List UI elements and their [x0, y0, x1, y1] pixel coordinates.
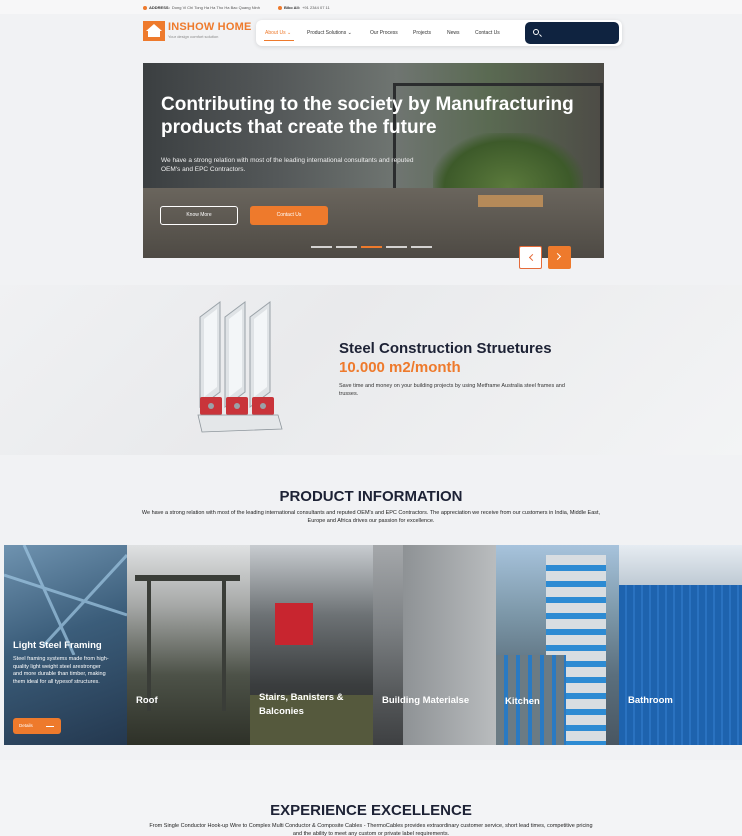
card-label-kitchen: Kitchen: [505, 696, 540, 707]
slide-dot-5[interactable]: [411, 246, 432, 248]
address-value: Dong Vi Chi Tong Ha Ha Tho Ha Bac Quang …: [171, 5, 260, 10]
product-card-building-materials[interactable]: Building Materialse: [373, 545, 496, 745]
chevron-right-icon: [553, 252, 562, 261]
feature-metric: 10.000 m2/month: [339, 359, 461, 376]
contact-info: Biko All: +91 2344 07 11: [278, 5, 330, 10]
slider-next-button[interactable]: [548, 246, 571, 269]
details-button[interactable]: Details: [13, 718, 61, 734]
card-label-light-steel-framing: Light Steel Framing: [13, 640, 102, 651]
card-label-bathroom: Bathroom: [628, 695, 673, 706]
product-card-light-steel-framing[interactable]: Light Steel Framing Steel framing system…: [4, 545, 127, 745]
product-card-kitchen[interactable]: Kitchen: [496, 545, 619, 745]
site-header: INSHOW HOME Your design comfort solution…: [0, 14, 742, 54]
brand-name: INSHOW HOME: [168, 21, 252, 33]
hero-banner: Contributing to the society by Manufract…: [143, 63, 604, 258]
hero-description: We have a strong relation with most of t…: [161, 157, 414, 173]
card-label-stairs-banisters-balconies: Stairs, Banisters & Balconies: [259, 692, 344, 717]
product-card-stairs-banisters-balconies[interactable]: Stairs, Banisters & Balconies: [250, 545, 373, 745]
product-cards: Light Steel Framing Steel framing system…: [4, 545, 742, 745]
window-profile-image: [197, 301, 283, 433]
slide-dot-3-active[interactable]: [361, 246, 382, 248]
phone-icon: [278, 5, 282, 10]
steel-feature-section: Steel Construction Struetures 10.000 m2/…: [0, 285, 742, 455]
slide-dot-1[interactable]: [311, 246, 332, 248]
chevron-left-icon: [528, 253, 537, 262]
product-card-bathroom[interactable]: Bathroom: [619, 545, 742, 745]
feature-description: Save time and money on your building pro…: [339, 383, 565, 397]
product-card-roof[interactable]: Roof: [127, 545, 250, 745]
house-logo-icon: [143, 21, 165, 41]
contact-value[interactable]: +91 2344 07 11: [302, 5, 330, 10]
know-more-button[interactable]: Know More: [160, 206, 238, 225]
brand-tagline: Your design comfort solution: [168, 34, 219, 39]
search-bar[interactable]: [525, 22, 619, 44]
nav-projects[interactable]: Projects: [413, 30, 431, 36]
nav-about-us[interactable]: About Us ⌄: [265, 30, 291, 36]
address-label: ADDRESS:: [149, 5, 170, 10]
slider-prev-button[interactable]: [519, 246, 542, 269]
hero-image-bench: [478, 195, 543, 207]
nav-our-process[interactable]: Our Process: [370, 30, 398, 36]
card-description-light-steel-framing: Steel framing systems made from high-qua…: [13, 656, 109, 685]
experience-description: From Single Conductor Hook-up Wire to Co…: [149, 823, 593, 836]
product-section-description: We have a strong relation with most of t…: [141, 510, 601, 524]
slider-pagination: [311, 246, 432, 248]
hero-title: Contributing to the society by Manufract…: [161, 94, 574, 138]
location-pin-icon: [143, 5, 147, 10]
search-icon[interactable]: [533, 29, 539, 35]
product-section-heading: PRODUCT INFORMATION: [279, 488, 463, 505]
top-info-bar: ADDRESS: Dong Vi Chi Tong Ha Ha Tho Ha B…: [0, 0, 742, 14]
contact-label: Biko All:: [284, 5, 301, 10]
feature-title: Steel Construction Struetures: [339, 340, 552, 357]
slide-dot-4[interactable]: [386, 246, 407, 248]
nav-active-underline: [264, 40, 294, 41]
card-label-building-materials: Building Materialse: [382, 695, 470, 706]
nav-contact-us[interactable]: Contact Us: [475, 30, 500, 36]
contact-us-button[interactable]: Contact Us: [250, 206, 328, 225]
nav-news[interactable]: News: [447, 30, 460, 36]
slide-dot-2[interactable]: [336, 246, 357, 248]
experience-heading: EXPERIENCE EXCELLENCE: [270, 802, 472, 819]
nav-product-solutions[interactable]: Product Solutions ⌄: [307, 30, 352, 36]
address-info: ADDRESS: Dong Vi Chi Tong Ha Ha Tho Ha B…: [143, 5, 260, 10]
card-label-roof: Roof: [136, 695, 158, 706]
logo[interactable]: INSHOW HOME Your design comfort solution: [143, 21, 251, 41]
